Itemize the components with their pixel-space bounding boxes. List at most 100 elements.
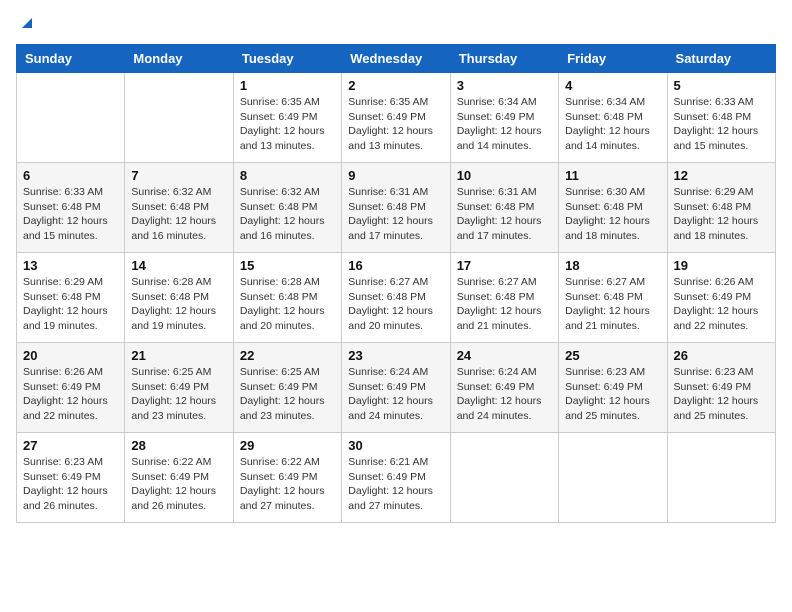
day-number: 2 [348, 78, 443, 93]
day-info: Sunrise: 6:31 AMSunset: 6:48 PMDaylight:… [348, 186, 433, 242]
day-number: 6 [23, 168, 118, 183]
day-info: Sunrise: 6:31 AMSunset: 6:48 PMDaylight:… [457, 186, 542, 242]
calendar-week-row: 6 Sunrise: 6:33 AMSunset: 6:48 PMDayligh… [17, 163, 776, 253]
day-info: Sunrise: 6:27 AMSunset: 6:48 PMDaylight:… [457, 276, 542, 332]
day-info: Sunrise: 6:25 AMSunset: 6:49 PMDaylight:… [240, 366, 325, 422]
calendar-cell: 10 Sunrise: 6:31 AMSunset: 6:48 PMDaylig… [450, 163, 558, 253]
day-number: 9 [348, 168, 443, 183]
day-info: Sunrise: 6:29 AMSunset: 6:48 PMDaylight:… [674, 186, 759, 242]
day-info: Sunrise: 6:28 AMSunset: 6:48 PMDaylight:… [240, 276, 325, 332]
calendar-header-row: SundayMondayTuesdayWednesdayThursdayFrid… [17, 45, 776, 73]
day-number: 3 [457, 78, 552, 93]
day-number: 15 [240, 258, 335, 273]
calendar-week-row: 27 Sunrise: 6:23 AMSunset: 6:49 PMDaylig… [17, 433, 776, 523]
calendar-cell: 3 Sunrise: 6:34 AMSunset: 6:49 PMDayligh… [450, 73, 558, 163]
calendar-cell: 18 Sunrise: 6:27 AMSunset: 6:48 PMDaylig… [559, 253, 667, 343]
day-number: 30 [348, 438, 443, 453]
day-info: Sunrise: 6:33 AMSunset: 6:48 PMDaylight:… [674, 96, 759, 152]
day-info: Sunrise: 6:27 AMSunset: 6:48 PMDaylight:… [565, 276, 650, 332]
day-info: Sunrise: 6:35 AMSunset: 6:49 PMDaylight:… [348, 96, 433, 152]
calendar-cell: 12 Sunrise: 6:29 AMSunset: 6:48 PMDaylig… [667, 163, 775, 253]
day-number: 23 [348, 348, 443, 363]
day-info: Sunrise: 6:35 AMSunset: 6:49 PMDaylight:… [240, 96, 325, 152]
day-info: Sunrise: 6:26 AMSunset: 6:49 PMDaylight:… [23, 366, 108, 422]
calendar-cell [667, 433, 775, 523]
day-number: 19 [674, 258, 769, 273]
day-info: Sunrise: 6:23 AMSunset: 6:49 PMDaylight:… [565, 366, 650, 422]
day-info: Sunrise: 6:33 AMSunset: 6:48 PMDaylight:… [23, 186, 108, 242]
day-info: Sunrise: 6:32 AMSunset: 6:48 PMDaylight:… [240, 186, 325, 242]
calendar-cell: 1 Sunrise: 6:35 AMSunset: 6:49 PMDayligh… [233, 73, 341, 163]
day-info: Sunrise: 6:32 AMSunset: 6:48 PMDaylight:… [131, 186, 216, 242]
logo-icon [18, 14, 36, 32]
calendar-cell [559, 433, 667, 523]
day-number: 5 [674, 78, 769, 93]
day-number: 11 [565, 168, 660, 183]
calendar-cell: 17 Sunrise: 6:27 AMSunset: 6:48 PMDaylig… [450, 253, 558, 343]
calendar-cell: 2 Sunrise: 6:35 AMSunset: 6:49 PMDayligh… [342, 73, 450, 163]
day-info: Sunrise: 6:25 AMSunset: 6:49 PMDaylight:… [131, 366, 216, 422]
page-header [16, 16, 776, 32]
calendar-cell: 30 Sunrise: 6:21 AMSunset: 6:49 PMDaylig… [342, 433, 450, 523]
day-number: 29 [240, 438, 335, 453]
day-number: 22 [240, 348, 335, 363]
day-info: Sunrise: 6:28 AMSunset: 6:48 PMDaylight:… [131, 276, 216, 332]
calendar-header-friday: Friday [559, 45, 667, 73]
calendar-cell: 26 Sunrise: 6:23 AMSunset: 6:49 PMDaylig… [667, 343, 775, 433]
day-number: 13 [23, 258, 118, 273]
day-info: Sunrise: 6:23 AMSunset: 6:49 PMDaylight:… [23, 456, 108, 512]
calendar-table: SundayMondayTuesdayWednesdayThursdayFrid… [16, 44, 776, 523]
calendar-cell: 14 Sunrise: 6:28 AMSunset: 6:48 PMDaylig… [125, 253, 233, 343]
calendar-cell: 6 Sunrise: 6:33 AMSunset: 6:48 PMDayligh… [17, 163, 125, 253]
calendar-cell: 24 Sunrise: 6:24 AMSunset: 6:49 PMDaylig… [450, 343, 558, 433]
calendar-header-sunday: Sunday [17, 45, 125, 73]
calendar-cell: 28 Sunrise: 6:22 AMSunset: 6:49 PMDaylig… [125, 433, 233, 523]
calendar-cell: 5 Sunrise: 6:33 AMSunset: 6:48 PMDayligh… [667, 73, 775, 163]
calendar-cell [450, 433, 558, 523]
day-info: Sunrise: 6:21 AMSunset: 6:49 PMDaylight:… [348, 456, 433, 512]
day-info: Sunrise: 6:34 AMSunset: 6:49 PMDaylight:… [457, 96, 542, 152]
day-info: Sunrise: 6:22 AMSunset: 6:49 PMDaylight:… [240, 456, 325, 512]
calendar-header-tuesday: Tuesday [233, 45, 341, 73]
day-number: 10 [457, 168, 552, 183]
day-info: Sunrise: 6:27 AMSunset: 6:48 PMDaylight:… [348, 276, 433, 332]
calendar-cell: 20 Sunrise: 6:26 AMSunset: 6:49 PMDaylig… [17, 343, 125, 433]
day-number: 12 [674, 168, 769, 183]
day-number: 16 [348, 258, 443, 273]
day-number: 18 [565, 258, 660, 273]
day-number: 20 [23, 348, 118, 363]
day-number: 1 [240, 78, 335, 93]
calendar-cell: 27 Sunrise: 6:23 AMSunset: 6:49 PMDaylig… [17, 433, 125, 523]
day-info: Sunrise: 6:24 AMSunset: 6:49 PMDaylight:… [348, 366, 433, 422]
calendar-cell: 19 Sunrise: 6:26 AMSunset: 6:49 PMDaylig… [667, 253, 775, 343]
calendar-cell: 4 Sunrise: 6:34 AMSunset: 6:48 PMDayligh… [559, 73, 667, 163]
day-number: 17 [457, 258, 552, 273]
day-info: Sunrise: 6:24 AMSunset: 6:49 PMDaylight:… [457, 366, 542, 422]
day-number: 4 [565, 78, 660, 93]
day-info: Sunrise: 6:22 AMSunset: 6:49 PMDaylight:… [131, 456, 216, 512]
calendar-header-wednesday: Wednesday [342, 45, 450, 73]
day-info: Sunrise: 6:29 AMSunset: 6:48 PMDaylight:… [23, 276, 108, 332]
day-number: 24 [457, 348, 552, 363]
calendar-header-thursday: Thursday [450, 45, 558, 73]
calendar-header-monday: Monday [125, 45, 233, 73]
day-number: 8 [240, 168, 335, 183]
day-info: Sunrise: 6:30 AMSunset: 6:48 PMDaylight:… [565, 186, 650, 242]
calendar-cell [17, 73, 125, 163]
calendar-cell: 25 Sunrise: 6:23 AMSunset: 6:49 PMDaylig… [559, 343, 667, 433]
calendar-cell: 22 Sunrise: 6:25 AMSunset: 6:49 PMDaylig… [233, 343, 341, 433]
day-info: Sunrise: 6:26 AMSunset: 6:49 PMDaylight:… [674, 276, 759, 332]
day-number: 26 [674, 348, 769, 363]
day-info: Sunrise: 6:23 AMSunset: 6:49 PMDaylight:… [674, 366, 759, 422]
calendar-week-row: 20 Sunrise: 6:26 AMSunset: 6:49 PMDaylig… [17, 343, 776, 433]
day-info: Sunrise: 6:34 AMSunset: 6:48 PMDaylight:… [565, 96, 650, 152]
day-number: 7 [131, 168, 226, 183]
calendar-cell: 8 Sunrise: 6:32 AMSunset: 6:48 PMDayligh… [233, 163, 341, 253]
calendar-cell: 21 Sunrise: 6:25 AMSunset: 6:49 PMDaylig… [125, 343, 233, 433]
calendar-header-saturday: Saturday [667, 45, 775, 73]
calendar-cell: 13 Sunrise: 6:29 AMSunset: 6:48 PMDaylig… [17, 253, 125, 343]
calendar-cell: 11 Sunrise: 6:30 AMSunset: 6:48 PMDaylig… [559, 163, 667, 253]
day-number: 28 [131, 438, 226, 453]
calendar-cell: 9 Sunrise: 6:31 AMSunset: 6:48 PMDayligh… [342, 163, 450, 253]
day-number: 21 [131, 348, 226, 363]
